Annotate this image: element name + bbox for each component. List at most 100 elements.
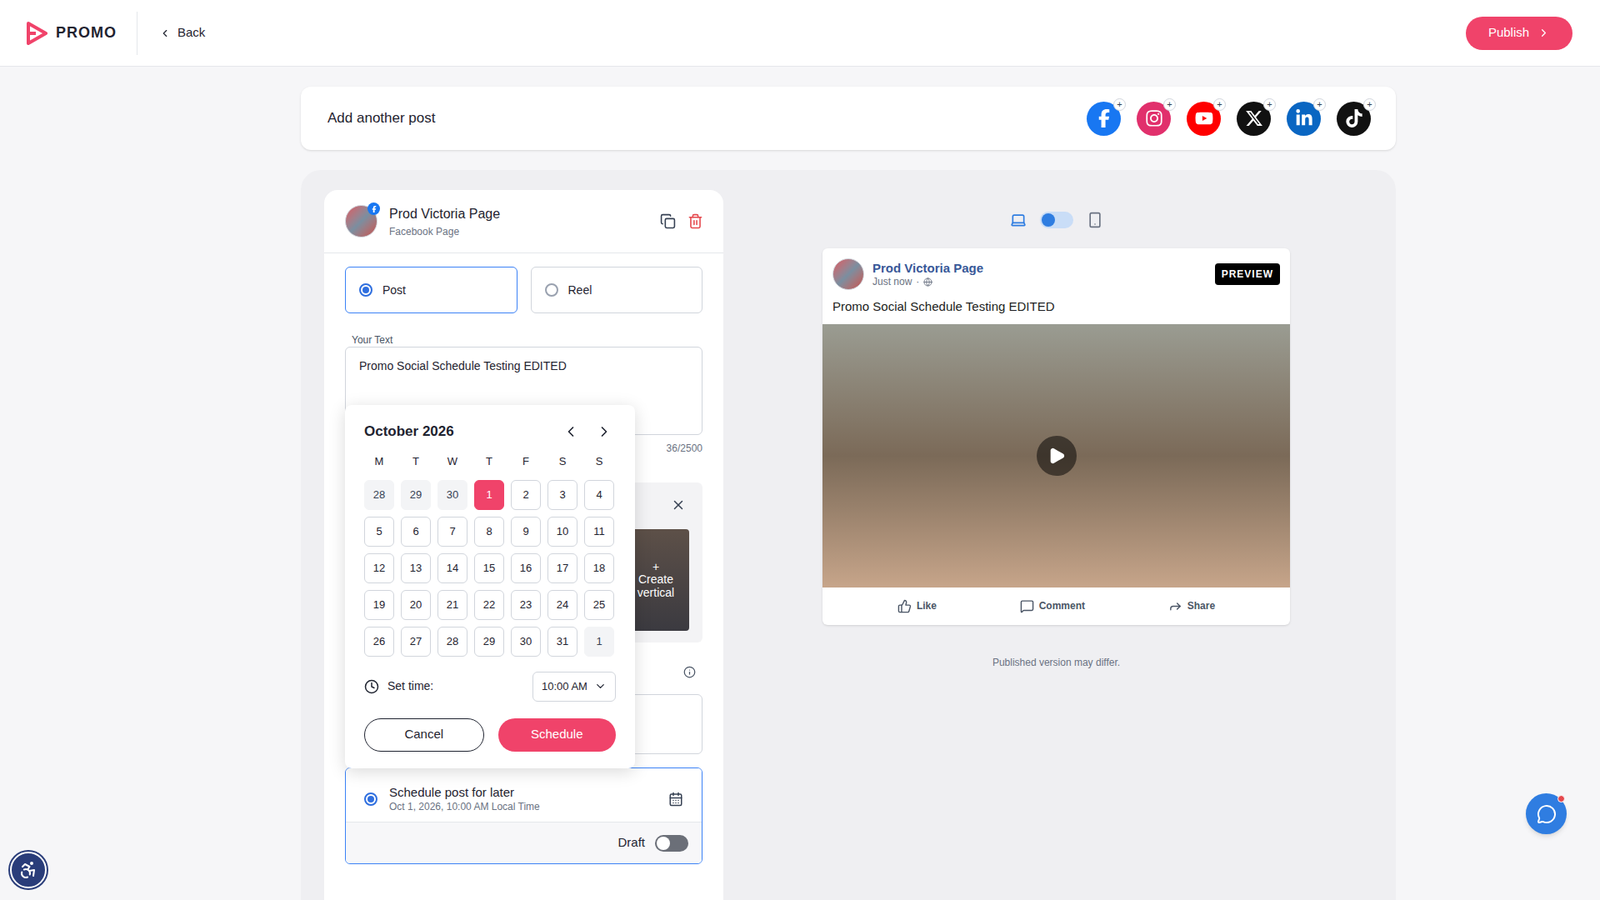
calendar-icon[interactable] xyxy=(668,791,684,807)
draft-toggle[interactable] xyxy=(655,835,689,852)
preview-actions: Like Comment Share xyxy=(822,587,1290,625)
day-cell[interactable]: 9 xyxy=(510,516,541,547)
laptop-icon[interactable] xyxy=(1010,211,1027,229)
day-cell[interactable]: 1 xyxy=(474,480,505,510)
format-radio[interactable] xyxy=(545,283,559,297)
plus-icon: + xyxy=(652,560,660,573)
day-cell[interactable]: 16 xyxy=(510,553,541,584)
day-cell[interactable]: 20 xyxy=(400,590,431,620)
radio-dot xyxy=(362,286,370,294)
day-cell[interactable]: 19 xyxy=(364,590,395,620)
text-label: Your Text xyxy=(345,333,703,347)
previous-month-icon[interactable] xyxy=(562,423,580,440)
day-cell[interactable]: 10 xyxy=(547,516,578,547)
day-cell[interactable]: 27 xyxy=(400,626,431,657)
day-cell[interactable]: 13 xyxy=(400,553,431,584)
day-cell[interactable]: 29 xyxy=(400,480,431,510)
add-badge: + xyxy=(1363,98,1376,111)
accessibility-button[interactable] xyxy=(10,851,47,889)
weekday: S xyxy=(584,453,615,470)
like-icon xyxy=(897,599,912,614)
facebook-badge xyxy=(367,202,380,215)
x-icon xyxy=(1245,109,1264,128)
day-cell[interactable]: 1 xyxy=(584,626,615,657)
add-badge: + xyxy=(1113,98,1126,111)
preview-meta: Just now· xyxy=(872,275,984,289)
day-cell[interactable]: 31 xyxy=(547,626,578,657)
day-cell[interactable]: 8 xyxy=(474,516,505,547)
account-type: Facebook Page xyxy=(389,224,500,240)
day-cell[interactable]: 17 xyxy=(547,553,578,584)
device-toggle[interactable] xyxy=(1040,211,1074,229)
day-cell[interactable]: 24 xyxy=(547,590,578,620)
day-cell[interactable]: 30 xyxy=(510,626,541,657)
preview-action[interactable]: Share xyxy=(1168,598,1215,614)
network-button[interactable]: + xyxy=(1236,101,1271,136)
day-cell[interactable]: 6 xyxy=(400,516,431,547)
facebook-icon xyxy=(370,205,378,213)
cancel-button[interactable]: Cancel xyxy=(364,718,485,752)
network-button[interactable]: + xyxy=(1186,101,1221,136)
toggle-knob xyxy=(1041,213,1055,227)
day-cell[interactable]: 11 xyxy=(584,516,615,547)
day-cell[interactable]: 28 xyxy=(364,480,395,510)
preview-action[interactable]: Comment xyxy=(1020,598,1085,614)
delete-icon[interactable] xyxy=(687,213,704,230)
post-preview: Prod Victoria PageJust now·PREVIEWPromo … xyxy=(822,248,1290,625)
day-cell[interactable]: 15 xyxy=(474,553,505,584)
youtube-icon xyxy=(1195,109,1214,128)
play-button[interactable] xyxy=(1036,435,1077,476)
duplicate-icon[interactable] xyxy=(660,213,676,230)
publish-button[interactable]: Publish xyxy=(1465,16,1573,50)
format-radio[interactable] xyxy=(359,283,373,297)
schedule-radio[interactable] xyxy=(364,792,378,806)
back-button[interactable]: Back xyxy=(159,23,205,43)
day-cell[interactable]: 23 xyxy=(510,590,541,620)
day-cell[interactable]: 5 xyxy=(364,516,395,547)
schedule-box[interactable]: Schedule post for laterOct 1, 2026, 10:0… xyxy=(345,767,703,865)
time-select[interactable]: 10:00 AM xyxy=(532,671,616,702)
preview-action[interactable]: Like xyxy=(897,598,937,614)
day-cell[interactable]: 28 xyxy=(437,626,468,657)
time-row: Set time:10:00 AM xyxy=(364,671,616,702)
network-button[interactable]: + xyxy=(1286,101,1321,136)
account-name: Prod Victoria Page xyxy=(389,204,500,225)
network-button[interactable]: + xyxy=(1086,101,1121,136)
editor-panel: Prod Victoria PageFacebook Page PostReel Y… xyxy=(300,170,1396,900)
day-cell[interactable]: 29 xyxy=(474,626,505,657)
weekday: T xyxy=(474,453,505,470)
logo[interactable]: PROMO xyxy=(25,21,117,45)
day-cell[interactable]: 12 xyxy=(364,553,395,584)
schedule-label: Schedule post for later xyxy=(389,785,540,800)
day-cell[interactable]: 22 xyxy=(474,590,505,620)
day-cell[interactable]: 14 xyxy=(437,553,468,584)
day-cell[interactable]: 4 xyxy=(584,480,615,510)
day-cell[interactable]: 30 xyxy=(437,480,468,510)
chat-button[interactable] xyxy=(1525,793,1567,835)
network-button[interactable]: + xyxy=(1136,101,1171,136)
day-cell[interactable]: 25 xyxy=(584,590,615,620)
phone-icon[interactable] xyxy=(1086,211,1104,229)
day-cell[interactable]: 3 xyxy=(547,480,578,510)
day-cell[interactable]: 21 xyxy=(437,590,468,620)
schedule-button[interactable]: Schedule xyxy=(498,718,617,752)
info-icon[interactable] xyxy=(683,665,696,679)
add-badge: + xyxy=(1263,98,1276,111)
notification-dot xyxy=(1557,795,1565,803)
tiktok-icon xyxy=(1345,109,1364,128)
day-cell[interactable]: 7 xyxy=(437,516,468,547)
network-button[interactable]: + xyxy=(1336,101,1371,136)
format-option[interactable]: Reel xyxy=(530,266,704,314)
day-cell[interactable]: 2 xyxy=(510,480,541,510)
header-divider xyxy=(136,11,138,55)
day-cell[interactable]: 18 xyxy=(584,553,615,584)
close-icon[interactable] xyxy=(670,497,686,513)
weekday-row: MTWTFSS xyxy=(364,453,616,470)
preview-note: Published version may differ. xyxy=(992,655,1120,670)
next-month-icon[interactable] xyxy=(595,423,613,440)
account-header: Prod Victoria PageFacebook Page xyxy=(324,190,724,254)
format-option[interactable]: Post xyxy=(345,266,518,314)
preview-avatar xyxy=(832,258,865,290)
day-cell[interactable]: 26 xyxy=(364,626,395,657)
facebook-icon xyxy=(1095,109,1114,128)
